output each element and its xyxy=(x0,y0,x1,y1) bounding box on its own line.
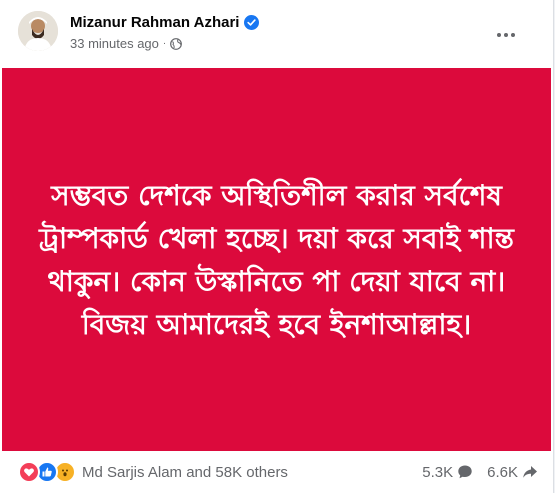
post-footer: Md Sarjis Alam and 58K others 5.3K 6.6K xyxy=(18,458,538,486)
shares-count: 6.6K xyxy=(487,463,518,481)
post-card: Mizanur Rahman Azhari 33 minutes ago · স… xyxy=(0,0,554,493)
verified-badge-icon xyxy=(244,15,260,30)
comments-count: 5.3K xyxy=(422,463,454,481)
post-meta: 33 minutes ago · xyxy=(70,36,183,51)
post-header: Mizanur Rahman Azhari 33 minutes ago · xyxy=(18,11,538,55)
meta-separator: · xyxy=(162,38,167,49)
shares-count-link[interactable]: 6.6K xyxy=(487,464,538,481)
globe-icon xyxy=(170,37,183,50)
comment-icon xyxy=(458,465,472,479)
comments-count-link[interactable]: 5.3K xyxy=(422,464,473,481)
author-name-link[interactable]: Mizanur Rahman Azhari xyxy=(70,14,260,31)
reaction-icons[interactable] xyxy=(18,461,76,483)
reactions-summary[interactable]: Md Sarjis Alam and 58K others xyxy=(82,464,288,481)
author-name: Mizanur Rahman Azhari xyxy=(70,14,240,31)
love-reaction-icon xyxy=(18,461,40,483)
post-timestamp[interactable]: 33 minutes ago xyxy=(70,36,159,51)
author-avatar[interactable] xyxy=(18,11,58,51)
post-text: সম্ভবত দেশকে অস্থিতিশীল করার সর্বশেষ ট্র… xyxy=(39,178,514,341)
engagement-counts: 5.3K 6.6K xyxy=(422,464,538,481)
share-icon xyxy=(523,466,537,478)
post-text-background: সম্ভবত দেশকে অস্থিতিশীল করার সর্বশেষ ট্র… xyxy=(2,68,551,451)
more-options-icon[interactable] xyxy=(494,27,518,43)
